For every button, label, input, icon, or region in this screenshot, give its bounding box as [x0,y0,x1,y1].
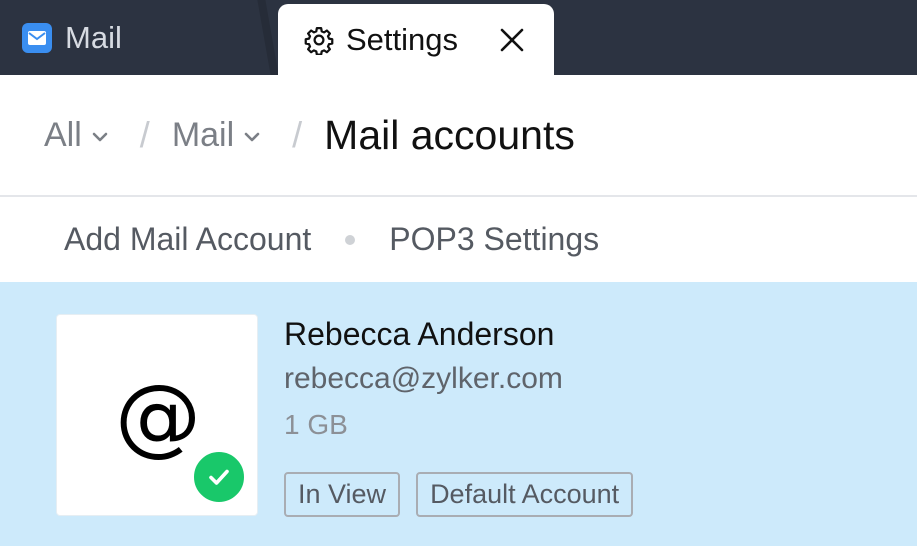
tab-bar: Mail Settings [0,0,917,75]
settings-subnav: Add Mail Account POP3 Settings [0,197,917,282]
breadcrumb-all[interactable]: All [44,116,110,155]
breadcrumb-mail[interactable]: Mail [172,116,262,155]
chevron-down-icon [244,132,260,142]
page-title: Mail accounts [324,111,575,158]
breadcrumb: All / Mail / Mail accounts [0,75,917,197]
account-name: Rebecca Anderson [284,316,555,352]
chevron-down-icon [92,132,108,142]
tab-settings[interactable]: Settings [278,4,554,75]
tab-mail[interactable]: Mail [0,0,272,75]
pop3-settings-link[interactable]: POP3 Settings [389,221,599,258]
default-account-badge: Default Account [416,472,634,517]
in-view-badge: In View [284,472,401,517]
breadcrumb-separator: / [292,114,303,155]
account-storage: 1 GB [284,409,348,440]
subnav-divider-dot [345,234,356,245]
tab-settings-label: Settings [346,21,459,57]
breadcrumb-mail-label: Mail [171,115,235,154]
close-icon[interactable] [498,26,526,54]
account-row[interactable]: @ Rebecca Anderson rebecca@zylker.com 1 … [0,282,917,546]
breadcrumb-separator: / [139,114,150,155]
gear-icon [304,26,334,55]
breadcrumb-all-label: All [44,115,82,154]
check-circle-icon [191,449,247,505]
add-mail-account-link[interactable]: Add Mail Account [64,221,311,258]
avatar: @ [56,314,258,516]
account-email: rebecca@zylker.com [284,362,563,395]
tab-mail-label: Mail [65,19,122,55]
account-badges: In View Default Account [284,472,649,517]
mail-icon [22,22,52,53]
